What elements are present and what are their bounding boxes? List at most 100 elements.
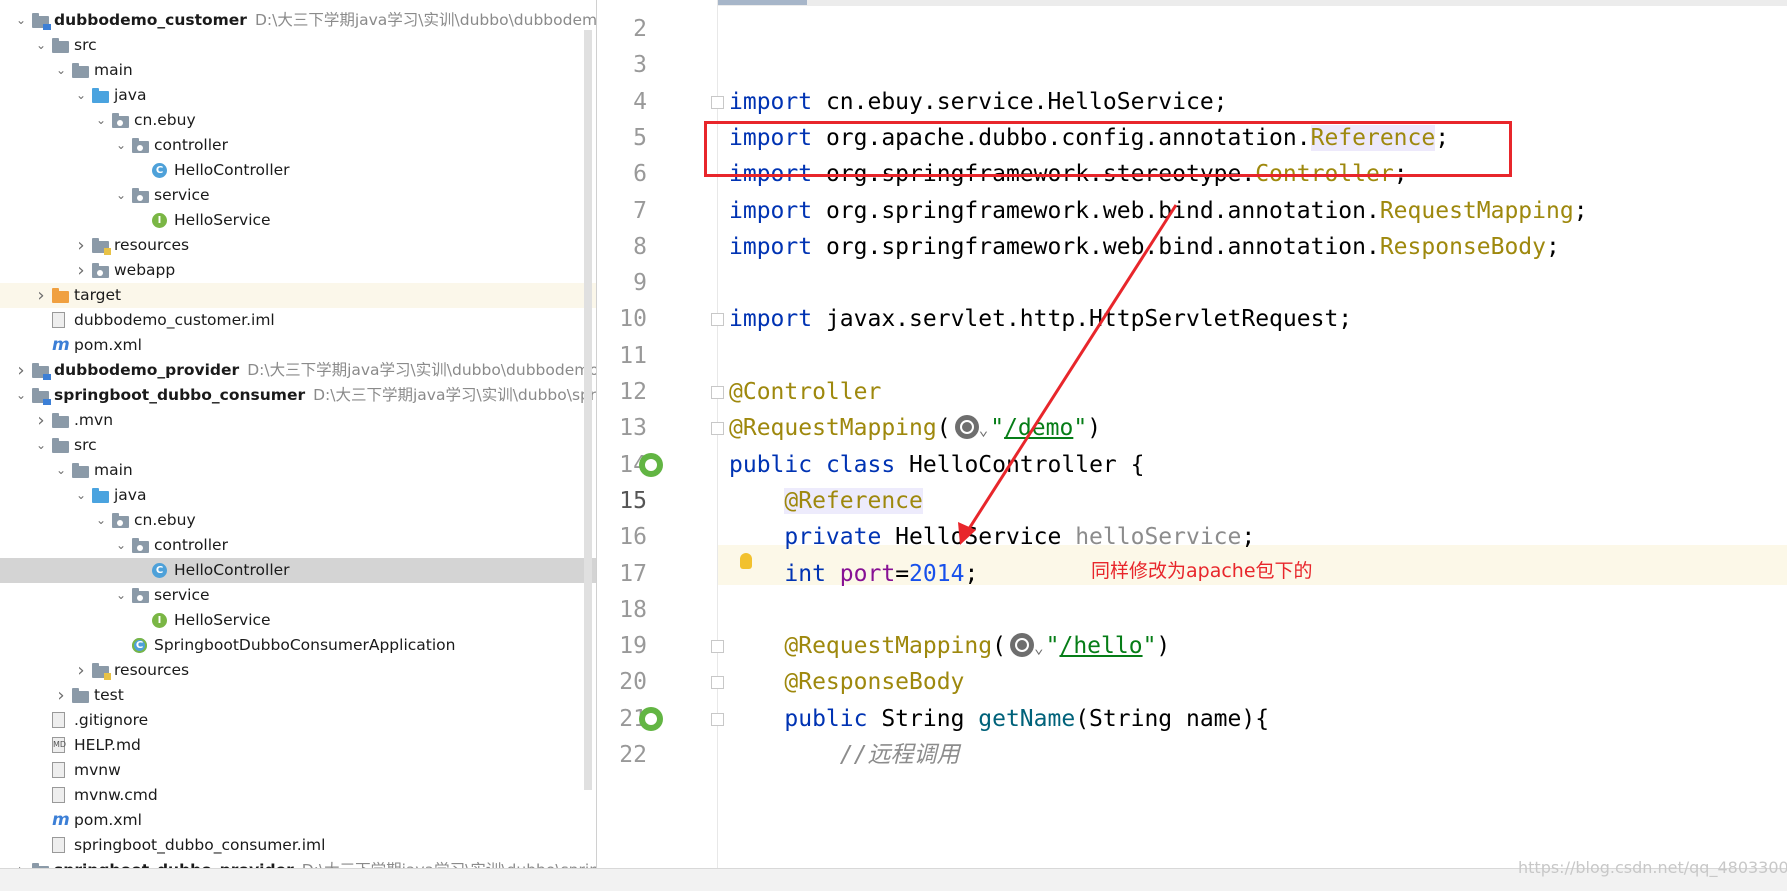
fold-marker-icon[interactable]: [711, 422, 724, 436]
tree-node-label: controller: [154, 536, 228, 554]
tree-node[interactable]: C HelloController: [0, 158, 596, 183]
chevron-down-icon[interactable]: ⌄: [114, 183, 128, 208]
tree-node[interactable]: I HelloService: [0, 208, 596, 233]
code-token: @RequestMapping: [784, 633, 993, 660]
chevron-right-icon[interactable]: ›: [74, 233, 88, 258]
line-number: 2: [633, 16, 647, 42]
code-token: import: [729, 88, 813, 115]
tree-node[interactable]: › resources: [0, 658, 596, 683]
line-number: 8: [633, 233, 647, 260]
chevron-down-icon[interactable]: ⌄: [54, 58, 68, 83]
chevron-down-icon[interactable]: ⌄: [74, 83, 88, 108]
tree-node[interactable]: › dubbodemo_provider D:\大三下学期java学习\实训\dub…: [0, 358, 596, 383]
spring-bean-gutter-icon[interactable]: [639, 706, 663, 731]
class-icon: C: [152, 563, 167, 578]
code-line[interactable]: @RequestMapping(⌄"/hello"): [729, 626, 1170, 666]
code-line[interactable]: private HelloService helloService;: [729, 517, 1255, 557]
code-line[interactable]: import org.springframework.web.bind.anno…: [729, 227, 1560, 267]
code-line[interactable]: @RequestMapping(⌄"/demo"): [729, 408, 1101, 448]
code-line[interactable]: //远程调用: [729, 735, 960, 775]
tree-node[interactable]: m pom.xml: [0, 808, 596, 833]
tree-node[interactable]: ⌄ service: [0, 183, 596, 208]
tree-node[interactable]: I HelloService: [0, 608, 596, 633]
tree-node[interactable]: ⌄ src: [0, 33, 596, 58]
tree-node[interactable]: dubbodemo_customer.iml: [0, 308, 596, 333]
tree-node[interactable]: ⌄ controller: [0, 533, 596, 558]
tree-node[interactable]: ⌄ cn.ebuy: [0, 508, 596, 533]
code-token: org.springframework.web.bind.annotation.: [812, 233, 1380, 260]
code-line[interactable]: @Controller: [729, 372, 881, 412]
spring-bean-gutter-icon[interactable]: [639, 452, 663, 477]
chevron-down-icon[interactable]: ⌄: [34, 433, 48, 458]
tree-node[interactable]: m pom.xml: [0, 333, 596, 358]
chevron-down-icon[interactable]: ⌄: [114, 583, 128, 608]
chevron-right-icon[interactable]: ›: [74, 258, 88, 283]
tree-node[interactable]: ⌄ main: [0, 58, 596, 83]
code-line[interactable]: public String getName(String name){: [729, 699, 1269, 739]
code-line[interactable]: import org.springframework.web.bind.anno…: [729, 191, 1588, 231]
tree-node[interactable]: ⌄ java: [0, 83, 596, 108]
tree-node[interactable]: mvnw: [0, 758, 596, 783]
tree-node[interactable]: ⌄ service: [0, 583, 596, 608]
code-line[interactable]: int port=2014;: [729, 554, 978, 594]
tree-node[interactable]: ⌄ dubbodemo_customer D:\大三下学期java学习\实训\dub…: [0, 8, 596, 33]
chevron-right-icon[interactable]: ›: [34, 408, 48, 433]
tree-node[interactable]: › target: [0, 283, 596, 308]
chevron-down-icon[interactable]: ⌄: [14, 383, 28, 408]
project-scrollbar[interactable]: [584, 30, 592, 790]
chevron-down-icon: ⌄: [978, 420, 989, 440]
tree-node[interactable]: C SpringbootDubboConsumerApplication: [0, 633, 596, 658]
fold-marker-icon[interactable]: [711, 676, 724, 690]
chevron-right-icon[interactable]: ›: [74, 658, 88, 683]
tree-node[interactable]: › .mvn: [0, 408, 596, 433]
lightbulb-icon[interactable]: [740, 553, 752, 569]
tree-node[interactable]: ⌄ controller: [0, 133, 596, 158]
tree-node[interactable]: MD HELP.md: [0, 733, 596, 758]
chevron-down-icon[interactable]: ⌄: [74, 483, 88, 508]
chevron-right-icon[interactable]: ›: [54, 683, 68, 708]
chevron-down-icon[interactable]: ⌄: [94, 508, 108, 533]
tree-node-label: controller: [154, 136, 228, 154]
code-token: ": [990, 415, 1005, 442]
line-number: 18: [619, 596, 647, 623]
tree-node[interactable]: ⌄ springboot_dubbo_consumer D:\大三下学期java学习…: [0, 383, 596, 408]
chevron-down-icon[interactable]: ⌄: [114, 533, 128, 558]
tree-node[interactable]: ⌄ cn.ebuy: [0, 108, 596, 133]
code-line[interactable]: public class HelloController {: [729, 445, 1144, 485]
code-token: ": [1045, 633, 1060, 660]
tree-node[interactable]: mvnw.cmd: [0, 783, 596, 808]
code-token: private: [784, 524, 882, 551]
tree-node[interactable]: › resources: [0, 233, 596, 258]
chevron-down-icon[interactable]: ⌄: [94, 108, 108, 133]
tree-node[interactable]: .gitignore: [0, 708, 596, 733]
fold-marker-icon[interactable]: [711, 640, 724, 654]
line-number: 12: [619, 379, 647, 405]
code-line[interactable]: @ResponseBody: [729, 662, 964, 702]
tree-node[interactable]: springboot_dubbo_consumer.iml: [0, 833, 596, 858]
tree-node[interactable]: ⌄ main: [0, 458, 596, 483]
fold-marker-icon[interactable]: [711, 313, 724, 327]
url-mapping-globe-icon[interactable]: ⌄: [1006, 633, 1046, 659]
tree-node[interactable]: › test: [0, 683, 596, 708]
fold-marker-icon[interactable]: [711, 95, 724, 109]
code-line[interactable]: import javax.servlet.http.HttpServletReq…: [729, 299, 1352, 339]
code-line[interactable]: @Reference: [729, 481, 923, 521]
chevron-down-icon[interactable]: ⌄: [14, 8, 28, 33]
tree-node[interactable]: ⌄ src: [0, 433, 596, 458]
tree-node-label: pom.xml: [74, 336, 142, 354]
code-line[interactable]: import cn.ebuy.service.HelloService;: [729, 82, 1228, 122]
chevron-down-icon[interactable]: ⌄: [114, 133, 128, 158]
line-number: 7: [633, 197, 647, 224]
tree-node[interactable]: ⌄ java: [0, 483, 596, 508]
tree-node[interactable]: › webapp: [0, 258, 596, 283]
url-mapping-globe-icon[interactable]: ⌄: [951, 415, 991, 441]
chevron-right-icon[interactable]: ›: [14, 358, 28, 383]
code-token: ;: [964, 560, 979, 587]
chevron-down-icon[interactable]: ⌄: [34, 33, 48, 58]
fold-marker-icon[interactable]: [711, 386, 724, 399]
chevron-down-icon[interactable]: ⌄: [54, 458, 68, 483]
tree-node[interactable]: C HelloController: [0, 558, 596, 583]
chevron-right-icon[interactable]: ›: [34, 283, 48, 308]
fold-marker-icon[interactable]: [711, 712, 724, 726]
